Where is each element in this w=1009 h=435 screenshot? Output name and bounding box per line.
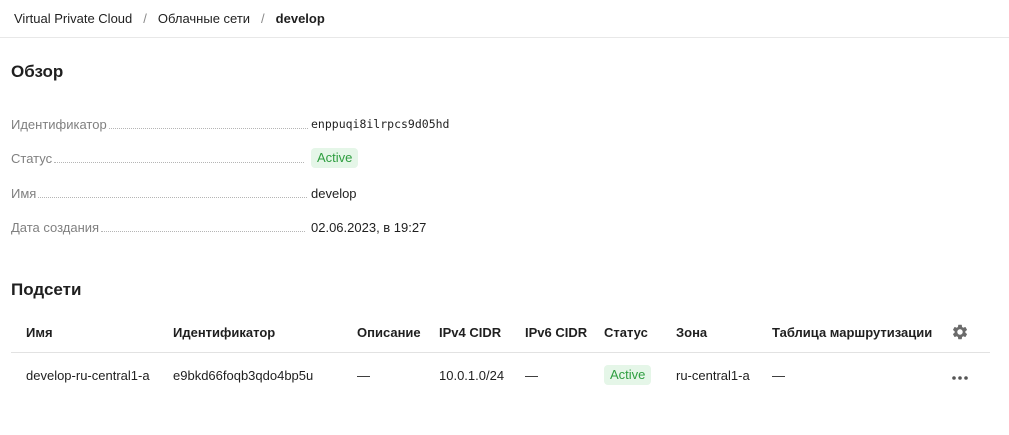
column-header-ipv6[interactable]: IPv6 CIDR: [525, 325, 587, 340]
property-value-name: develop: [311, 185, 357, 201]
property-leader: [54, 153, 305, 163]
column-header-description[interactable]: Описание: [357, 325, 421, 340]
property-name: Имя develop: [11, 183, 531, 203]
cell-ipv4: 10.0.1.0/24: [439, 367, 505, 383]
column-header-zone[interactable]: Зона: [676, 325, 707, 340]
status-badge: Active: [604, 365, 652, 385]
cell-name[interactable]: develop-ru-central1-a: [26, 368, 150, 383]
property-value-created: 02.06.2023, в 19:27: [311, 219, 427, 235]
subnets-title: Подсети: [11, 280, 82, 299]
breadcrumb-separator: /: [261, 11, 265, 26]
cell-route-table: —: [772, 367, 785, 383]
column-header-ipv4[interactable]: IPv4 CIDR: [439, 325, 501, 340]
property-value-id: enppuqi8ilrpcs9d05hd: [311, 117, 450, 131]
property-value-status: Active: [311, 148, 359, 168]
cell-ipv6: —: [525, 367, 538, 383]
table-row[interactable]: develop-ru-central1-a e9bkd66foqb3qdo4bp…: [11, 353, 990, 397]
cell-status: Active: [604, 365, 652, 385]
breadcrumb-cloud-networks[interactable]: Облачные сети: [158, 11, 250, 26]
column-header-id[interactable]: Идентификатор: [173, 325, 275, 340]
property-label: Статус: [11, 150, 53, 166]
cell-id: e9bkd66foqb3qdo4bp5u: [173, 367, 314, 383]
column-header-route-table[interactable]: Таблица маршрутизации: [772, 325, 932, 340]
property-leader: [108, 119, 308, 129]
cell-description: —: [357, 367, 370, 383]
overview-title: Обзор: [11, 62, 64, 81]
property-label: Дата создания: [11, 219, 100, 235]
breadcrumb: Virtual Private Cloud / Облачные сети / …: [0, 0, 1009, 38]
property-id: Идентификатор enppuqi8ilrpcs9d05hd: [11, 114, 531, 134]
column-header-status[interactable]: Статус: [604, 325, 648, 340]
property-status: Статус Active: [11, 148, 531, 168]
status-badge: Active: [311, 148, 359, 168]
subnets-table: Имя Идентификатор Описание IPv4 CIDR IPv…: [11, 312, 990, 397]
breadcrumb-current: develop: [275, 11, 325, 26]
more-horizontal-icon[interactable]: [951, 365, 969, 386]
property-leader: [38, 188, 308, 198]
table-header: Имя Идентификатор Описание IPv4 CIDR IPv…: [11, 312, 990, 353]
property-leader: [101, 222, 306, 232]
column-header-name[interactable]: Имя: [26, 325, 53, 340]
property-label: Имя: [11, 185, 37, 201]
property-created: Дата создания 02.06.2023, в 19:27: [11, 217, 531, 237]
property-label: Идентификатор: [11, 116, 107, 132]
gear-icon[interactable]: [951, 323, 969, 341]
breadcrumb-vpc[interactable]: Virtual Private Cloud: [14, 11, 132, 26]
cell-zone: ru-central1-a: [676, 367, 750, 383]
breadcrumb-separator: /: [143, 11, 147, 26]
